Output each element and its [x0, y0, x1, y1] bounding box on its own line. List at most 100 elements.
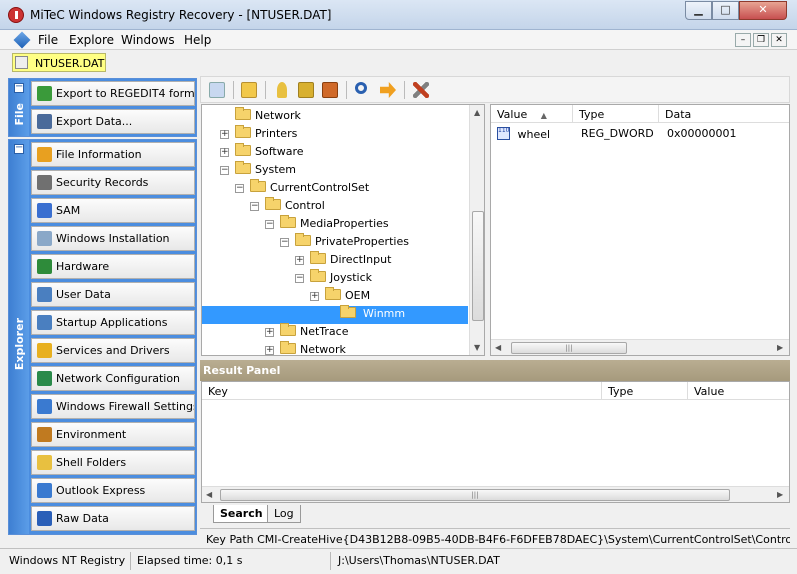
explorer-item-shell-folders[interactable]: Shell Folders	[31, 450, 195, 475]
column-header-value[interactable]: Value ▲	[491, 105, 573, 123]
collapse-icon[interactable]: −	[14, 143, 24, 154]
tree-expand-icon[interactable]: +	[295, 256, 304, 265]
tree-node[interactable]: + Network	[265, 341, 346, 355]
hardware-chip-icon	[37, 259, 52, 274]
scroll-left-arrow[interactable]: ◀	[206, 490, 212, 499]
tree-node[interactable]: − MediaProperties	[265, 215, 389, 235]
tree-collapse-icon[interactable]: −	[220, 166, 229, 175]
tree-node[interactable]: + NetTrace	[265, 323, 349, 343]
tree-vertical-scrollbar[interactable]: ▲ ▼	[469, 105, 484, 355]
explorer-item-windows-firewall-settings[interactable]: Windows Firewall Settings	[31, 394, 195, 419]
explorer-item-label: User Data	[56, 288, 111, 301]
tab-search[interactable]: Search	[213, 505, 270, 523]
explorer-item-environment[interactable]: Environment	[31, 422, 195, 447]
tree-expand-icon[interactable]: +	[220, 130, 229, 139]
explorer-item-network-configuration[interactable]: Network Configuration	[31, 366, 195, 391]
result-panel-title: Result Panel	[200, 360, 790, 381]
hierarchy-icon[interactable]	[322, 82, 338, 98]
mdi-close-button[interactable]: ✕	[771, 33, 787, 47]
explorer-item-file-information[interactable]: File Information	[31, 142, 195, 167]
explorer-item-hardware[interactable]: Hardware	[31, 254, 195, 279]
explorer-item-services-and-drivers[interactable]: Services and Drivers	[31, 338, 195, 363]
tree-node[interactable]: Winmm	[325, 305, 409, 325]
open-folder-icon[interactable]	[241, 82, 257, 98]
tree-node[interactable]: Network	[220, 107, 301, 127]
tree-expand-icon[interactable]: +	[265, 346, 274, 355]
registry-tree[interactable]: Network + Printers + Software − System − Current…	[201, 104, 485, 356]
menu-windows[interactable]: Windows	[121, 33, 175, 47]
tree-node[interactable]: + Printers	[220, 125, 297, 145]
find-next-icon[interactable]	[380, 82, 396, 98]
column-header-data[interactable]: Data	[659, 105, 789, 123]
scroll-up-arrow[interactable]: ▲	[474, 108, 480, 117]
tree-collapse-icon[interactable]: −	[250, 202, 259, 211]
values-horizontal-scrollbar[interactable]: ◀ ||| ▶	[491, 339, 789, 355]
scroll-left-arrow[interactable]: ◀	[495, 343, 501, 352]
result-column-value[interactable]: Value	[688, 382, 789, 400]
folder-icon	[265, 197, 281, 210]
result-column-key[interactable]: Key	[202, 382, 602, 400]
tree-collapse-icon[interactable]: −	[280, 238, 289, 247]
folder-icon	[250, 179, 266, 192]
explorer-item-windows-installation[interactable]: Windows Installation	[31, 226, 195, 251]
folder-icon	[325, 287, 341, 300]
scroll-right-arrow[interactable]: ▶	[777, 343, 783, 352]
export-regedit4-button[interactable]: Export to REGEDIT4 form...	[31, 81, 195, 106]
tree-expand-icon[interactable]: +	[220, 148, 229, 157]
close-button[interactable]: ✕	[739, 1, 787, 20]
explorer-item-security-records[interactable]: Security Records	[31, 170, 195, 195]
tree-expand-icon[interactable]: +	[265, 328, 274, 337]
tree-collapse-icon[interactable]: −	[265, 220, 274, 229]
menu-help[interactable]: Help	[184, 33, 211, 47]
export-data-button[interactable]: Export Data...	[31, 109, 195, 134]
tree-node-label: Network	[255, 109, 301, 122]
result-column-type[interactable]: Type	[602, 382, 688, 400]
app-icon[interactable]	[8, 7, 24, 23]
values-scroll-thumb[interactable]: |||	[511, 342, 627, 354]
security-icon	[37, 175, 52, 190]
tools-icon[interactable]	[413, 82, 429, 98]
explorer-item-outlook-express[interactable]: Outlook Express	[31, 478, 195, 503]
tree-expand-icon[interactable]: +	[310, 292, 319, 301]
explorer-item-raw-data[interactable]: Raw Data	[31, 506, 195, 531]
dword-value-icon: 110	[497, 127, 510, 140]
tree-collapse-icon[interactable]: −	[295, 274, 304, 283]
value-row-icon-wrap[interactable]: 110 wheel	[497, 127, 550, 141]
column-header-type[interactable]: Type	[573, 105, 659, 123]
tree-node[interactable]: + Software	[220, 143, 304, 163]
scroll-down-arrow[interactable]: ▼	[474, 343, 480, 352]
tree-node-label: DirectInput	[330, 253, 392, 266]
scroll-right-arrow[interactable]: ▶	[777, 490, 783, 499]
tree-node[interactable]: − CurrentControlSet	[235, 179, 370, 199]
collapse-icon[interactable]: −	[14, 82, 24, 93]
explorer-item-label: Environment	[56, 428, 127, 441]
menu-explore[interactable]: Explore	[69, 33, 114, 47]
result-horizontal-scrollbar[interactable]: ◀ ||| ▶	[202, 486, 789, 502]
explorer-item-sam[interactable]: SAM	[31, 198, 195, 223]
document-icon	[15, 56, 28, 69]
mdi-minimize-button[interactable]: –	[735, 33, 751, 47]
result-list[interactable]: Key Type Value ◀ ||| ▶	[201, 381, 790, 503]
tree-node[interactable]: − PrivateProperties	[280, 233, 409, 253]
minimize-button[interactable]: ▁	[685, 1, 712, 20]
values-list[interactable]: Value ▲ Type Data 110 wheel REG_DWORD 0x…	[490, 104, 790, 356]
menu-file[interactable]: File	[38, 33, 58, 47]
environment-icon	[37, 427, 52, 442]
find-icon[interactable]	[355, 82, 367, 94]
result-scroll-thumb[interactable]: |||	[220, 489, 730, 501]
lock-icon[interactable]	[298, 82, 314, 98]
file-panel: − File Export to REGEDIT4 form... Export…	[8, 78, 197, 137]
copy-icon[interactable]	[209, 82, 225, 98]
user-card-icon	[37, 287, 52, 302]
mdi-restore-button[interactable]: ❐	[753, 33, 769, 47]
toolbar-separator	[404, 81, 405, 99]
tab-log[interactable]: Log	[267, 505, 301, 523]
explorer-item-label: Security Records	[56, 176, 149, 189]
explorer-item-user-data[interactable]: User Data	[31, 282, 195, 307]
maximize-button[interactable]: □	[712, 1, 739, 20]
tree-scroll-thumb[interactable]	[472, 211, 484, 321]
tree-collapse-icon[interactable]: −	[235, 184, 244, 193]
tree-node-label: CurrentControlSet	[270, 181, 370, 194]
key-icon[interactable]	[277, 82, 287, 98]
explorer-item-startup-applications[interactable]: Startup Applications	[31, 310, 195, 335]
